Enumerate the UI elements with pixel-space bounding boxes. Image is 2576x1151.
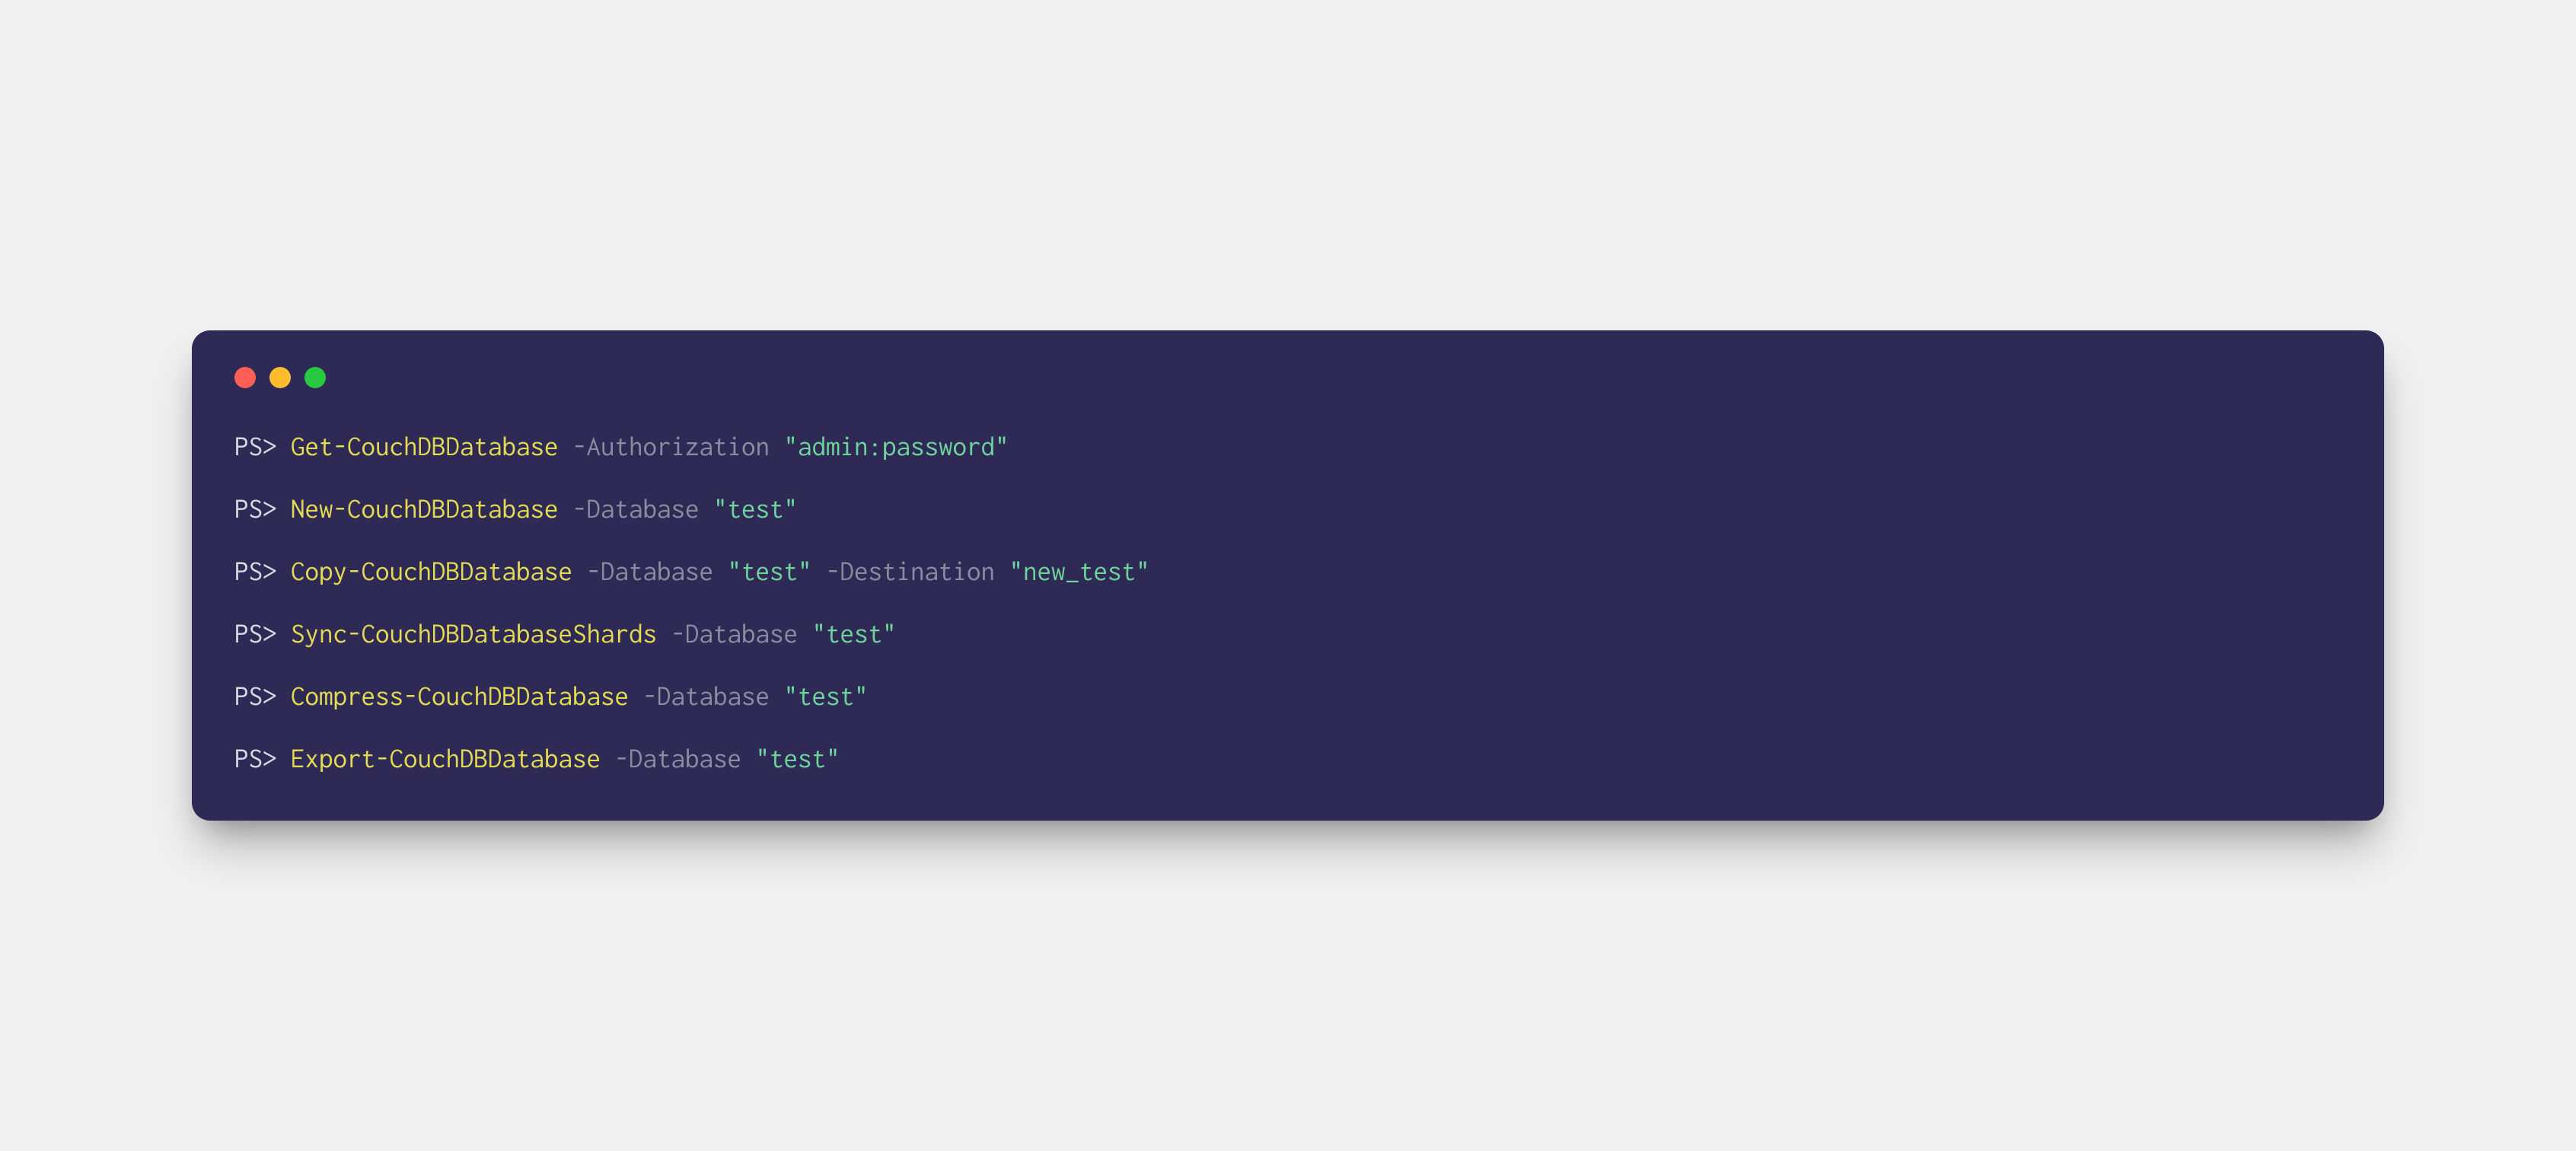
string-token: "new_test" [1009, 556, 1150, 586]
prompt-token: PS> [234, 744, 277, 773]
text-token [770, 681, 784, 711]
text-token [559, 432, 573, 461]
code-line: PS> Export-CouchDBDatabase -Database "te… [234, 740, 2342, 778]
viewport: PS> Get-CouchDBDatabase -Authorization "… [0, 0, 2576, 1151]
parameter-token: -Database [587, 556, 714, 586]
text-token [741, 744, 756, 773]
code-line: PS> Get-CouchDBDatabase -Authorization "… [234, 428, 2342, 466]
terminal-window: PS> Get-CouchDBDatabase -Authorization "… [192, 330, 2384, 821]
text-token [572, 556, 587, 586]
string-token: "test" [756, 744, 840, 773]
text-token [713, 556, 728, 586]
prompt-token: PS> [234, 432, 277, 461]
text-token [798, 619, 812, 649]
prompt-token: PS> [234, 681, 277, 711]
text-token [277, 494, 292, 524]
command-token: New-CouchDBDatabase [291, 494, 559, 524]
minimize-icon[interactable] [269, 367, 291, 388]
text-token [657, 619, 671, 649]
text-token [277, 744, 292, 773]
string-token: "admin:password" [784, 432, 1009, 461]
prompt-token: PS> [234, 556, 277, 586]
command-token: Get-CouchDBDatabase [291, 432, 559, 461]
code-line: PS> New-CouchDBDatabase -Database "test" [234, 490, 2342, 528]
code-line: PS> Sync-CouchDBDatabaseShards -Database… [234, 615, 2342, 653]
parameter-token: -Database [615, 744, 742, 773]
command-token: Copy-CouchDBDatabase [291, 556, 572, 586]
code-line: PS> Compress-CouchDBDatabase -Database "… [234, 678, 2342, 716]
string-token: "test" [784, 681, 869, 711]
parameter-token: -Authorization [572, 432, 770, 461]
string-token: "test" [728, 556, 812, 586]
text-token [277, 681, 292, 711]
prompt-token: PS> [234, 619, 277, 649]
text-token [995, 556, 1009, 586]
command-token: Export-CouchDBDatabase [291, 744, 601, 773]
command-token: Sync-CouchDBDatabaseShards [291, 619, 657, 649]
text-token [601, 744, 615, 773]
text-token [277, 556, 292, 586]
code-line: PS> Copy-CouchDBDatabase -Database "test… [234, 553, 2342, 591]
text-token [559, 494, 573, 524]
parameter-token: -Database [671, 619, 799, 649]
text-token [277, 432, 292, 461]
maximize-icon[interactable] [304, 367, 326, 388]
parameter-token: -Destination [826, 556, 995, 586]
window-controls [234, 367, 2342, 388]
terminal-output: PS> Get-CouchDBDatabase -Authorization "… [234, 428, 2342, 778]
text-token [812, 556, 827, 586]
text-token [700, 494, 714, 524]
parameter-token: -Database [643, 681, 770, 711]
string-token: "test" [713, 494, 798, 524]
text-token [629, 681, 643, 711]
text-token [277, 619, 292, 649]
command-token: Compress-CouchDBDatabase [291, 681, 629, 711]
close-icon[interactable] [234, 367, 256, 388]
text-token [770, 432, 784, 461]
parameter-token: -Database [572, 494, 700, 524]
prompt-token: PS> [234, 494, 277, 524]
string-token: "test" [812, 619, 897, 649]
